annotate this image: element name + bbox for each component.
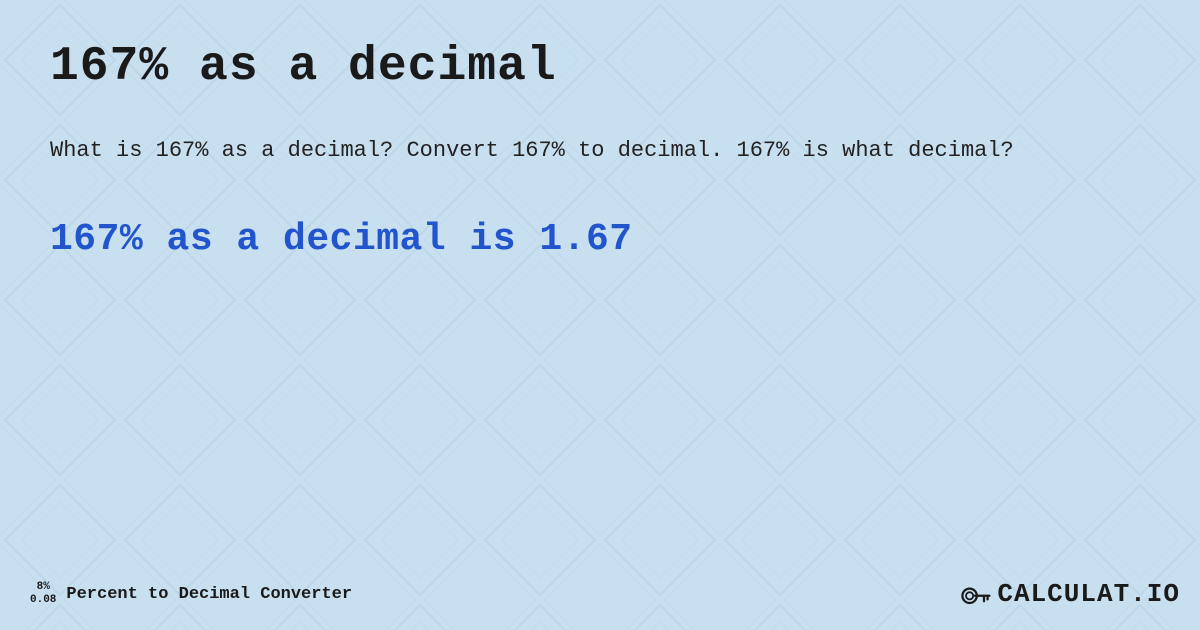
result-section: 167% as a decimal is 1.67 — [50, 218, 1150, 261]
logo-percent: 8% — [37, 581, 50, 593]
footer-label: Percent to Decimal Converter — [66, 585, 352, 604]
footer: 8% 0.08 Percent to Decimal Converter CAL… — [0, 576, 1200, 612]
result-text: 167% as a decimal is 1.67 — [50, 218, 1150, 261]
footer-left: 8% 0.08 Percent to Decimal Converter — [30, 581, 352, 607]
calculat-icon — [957, 576, 993, 612]
page-title: 167% as a decimal — [50, 40, 1150, 94]
description-text: What is 167% as a decimal? Convert 167% … — [50, 134, 1150, 168]
percent-decimal-logo: 8% 0.08 — [30, 581, 56, 607]
brand-name: CALCULAT.IO — [997, 579, 1180, 609]
brand-logo[interactable]: CALCULAT.IO — [957, 576, 1180, 612]
main-content: 167% as a decimal What is 167% as a deci… — [0, 0, 1200, 331]
logo-decimal: 0.08 — [30, 594, 56, 606]
